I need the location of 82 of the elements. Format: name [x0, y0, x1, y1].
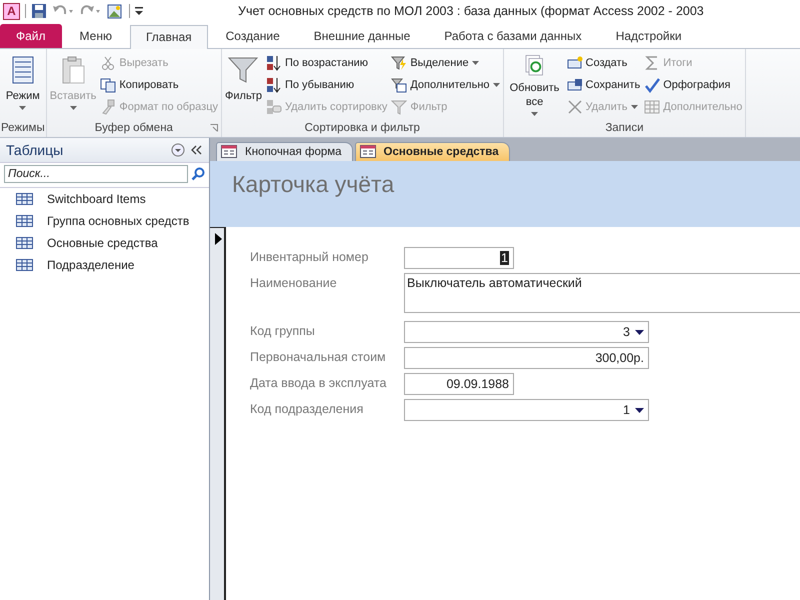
- group-label: Режимы: [1, 122, 45, 134]
- group-label: Записи: [605, 122, 644, 134]
- input-field[interactable]: Выключатель автоматический: [404, 273, 800, 313]
- combo-box[interactable]: 3: [404, 321, 649, 343]
- collapse-icon[interactable]: [191, 145, 203, 155]
- funnel-icon: [391, 99, 408, 115]
- field-label: Наименование: [250, 275, 338, 290]
- form-icon: [221, 145, 237, 158]
- pane-title: Таблицы: [6, 142, 64, 158]
- ribbon-tab[interactable]: Внешние данные: [298, 24, 426, 48]
- sort-ascending-icon: [266, 55, 282, 71]
- x-icon: [566, 99, 583, 115]
- ribbon-button[interactable]: Создать: [564, 52, 642, 74]
- form-icon: [360, 145, 376, 158]
- caret-icon: [635, 408, 644, 412]
- brush-icon: [100, 99, 116, 115]
- caret-icon: [472, 61, 479, 65]
- ribbon-button[interactable]: По убыванию: [264, 74, 390, 96]
- scissors-icon: [100, 55, 116, 71]
- eraser-icon: [266, 99, 282, 115]
- document-tab[interactable]: Кнопочная форма: [216, 142, 353, 161]
- caret-icon: [492, 83, 500, 87]
- ribbon-tab[interactable]: Работа с базами данных: [428, 24, 598, 48]
- spellcheck-icon: [644, 77, 660, 93]
- ribbon-button[interactable]: Орфография: [642, 74, 744, 96]
- input-field[interactable]: 09.09.1988: [404, 373, 514, 395]
- sort-descending-icon: [266, 77, 282, 93]
- table-icon: [16, 215, 33, 227]
- ribbon-tab[interactable]: Меню: [64, 24, 128, 48]
- file-tab[interactable]: Файл: [0, 24, 62, 48]
- field-label: Дата ввода в эксплуата: [250, 375, 388, 390]
- save-record-icon: [566, 77, 583, 93]
- dropdown-circle-icon[interactable]: [171, 143, 185, 157]
- table-item[interactable]: Подразделение: [0, 254, 209, 276]
- caret-icon: [635, 330, 644, 334]
- field-label: Код подразделения: [250, 401, 364, 416]
- search-field[interactable]: Поиск...: [4, 165, 188, 183]
- combo-box[interactable]: 1: [404, 399, 649, 421]
- field-label: Первоначальная стоим: [250, 349, 387, 364]
- caret-icon: [630, 105, 638, 109]
- funnel-form-icon: [391, 77, 408, 93]
- table-item[interactable]: Switchboard Items: [0, 188, 209, 210]
- field-label: Инвентарный номер: [250, 249, 370, 264]
- caret-icon: [531, 112, 538, 116]
- current-record-icon: [215, 233, 222, 245]
- form-title: Карточка учёта: [232, 171, 394, 197]
- ribbon-tab[interactable]: Надстройки: [600, 24, 698, 48]
- search-icon[interactable]: [191, 167, 205, 181]
- app-logo[interactable]: A: [3, 2, 20, 20]
- ribbon-tab[interactable]: Главная: [130, 25, 208, 49]
- field-label: Код группы: [250, 323, 316, 338]
- table-icon: [16, 193, 33, 205]
- save-icon[interactable]: [31, 3, 47, 19]
- table-icon: [16, 237, 33, 249]
- caret-icon: [19, 106, 26, 110]
- ribbon-button[interactable]: Режим: [1, 52, 45, 118]
- caret-icon: [70, 106, 77, 110]
- ribbon-button[interactable]: Обновить все: [504, 52, 565, 118]
- group-label: Сортировка и фильтр: [304, 122, 420, 134]
- input-field[interactable]: 300,00р.: [404, 347, 649, 369]
- ribbon-tab[interactable]: Создание: [210, 24, 296, 48]
- record-selector[interactable]: [210, 227, 226, 600]
- input-field[interactable]: 1: [404, 247, 514, 269]
- grid-icon: [644, 99, 660, 115]
- table-item[interactable]: Основные средства: [0, 232, 209, 254]
- ribbon-button[interactable]: Дополнительно: [389, 74, 502, 96]
- ribbon-button[interactable]: Фильтр: [223, 52, 264, 118]
- ribbon-button[interactable]: Сохранить: [564, 74, 642, 96]
- table-item[interactable]: Группа основных средств: [0, 210, 209, 232]
- ribbon-button[interactable]: Копировать: [98, 74, 220, 96]
- document-tab[interactable]: Основные средства: [354, 142, 510, 161]
- new-record-icon: [566, 55, 583, 71]
- group-label: Буфер обмена: [94, 122, 173, 134]
- ribbon-button[interactable]: По возрастанию: [264, 52, 390, 74]
- dialog-launcher-icon[interactable]: [210, 124, 218, 132]
- table-icon: [16, 259, 33, 271]
- window-title: Учет основных средств по МОЛ 2003 : база данных (формат Access 2002 - 2003: [238, 4, 704, 18]
- customize-dropdown-icon[interactable]: [135, 6, 143, 16]
- picture-icon[interactable]: [106, 2, 124, 20]
- ribbon-button[interactable]: Выделение: [389, 52, 502, 74]
- copy-icon: [100, 77, 116, 93]
- funnel-lightning-icon: [391, 55, 408, 71]
